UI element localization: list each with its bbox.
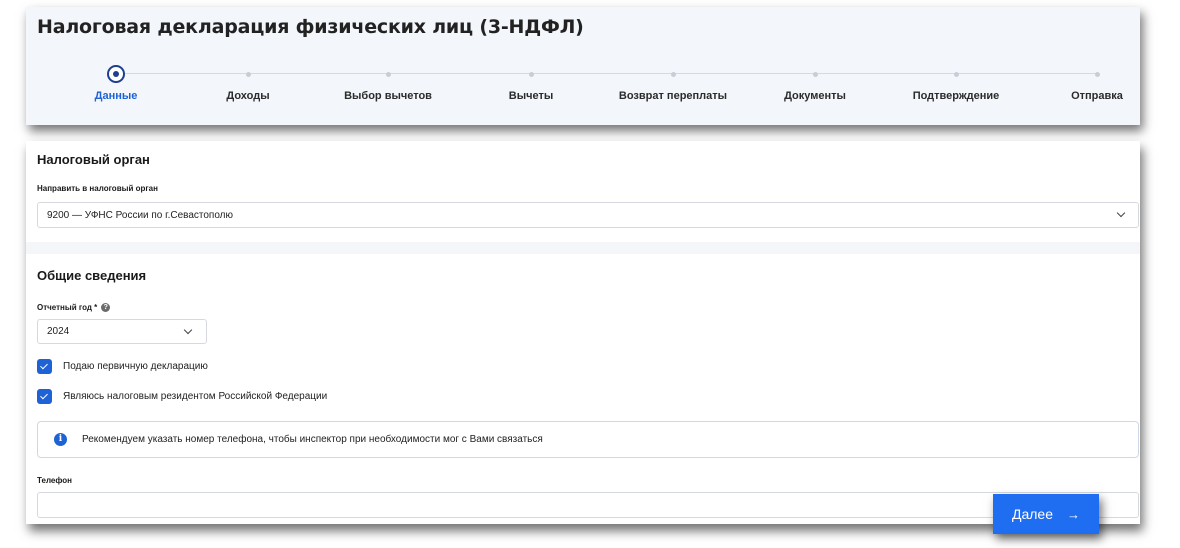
tax-authority-select[interactable]: 9200 — УФНС России по г.Севастополю bbox=[37, 202, 1139, 228]
step-dot-icon bbox=[528, 71, 534, 77]
general-info-title: Общие сведения bbox=[37, 268, 147, 283]
step-deduction-choice[interactable]: Выбор вычетов bbox=[318, 65, 458, 102]
phone-label: Телефон bbox=[37, 476, 72, 485]
tax-authority-value: 9200 — УФНС России по г.Севастополю bbox=[47, 209, 234, 221]
declaration-header: Налоговая декларация физических лиц (3-Н… bbox=[26, 7, 1140, 125]
page-title: Налоговая декларация физических лиц (3-Н… bbox=[37, 16, 584, 38]
next-button-label: Далее bbox=[1011, 506, 1053, 522]
reporting-year-value: 2024 bbox=[47, 326, 70, 337]
primary-declaration-label: Подаю первичную декларацию bbox=[63, 361, 208, 372]
step-label: Возврат переплаты bbox=[618, 90, 728, 102]
step-label: Отправка bbox=[1071, 90, 1123, 102]
declaration-form: Налоговый орган Направить в налоговый ор… bbox=[26, 141, 1140, 524]
step-submission[interactable]: Отправка bbox=[1027, 65, 1167, 102]
step-label: Подтверждение bbox=[912, 90, 1000, 102]
step-label: Доходы bbox=[226, 90, 270, 102]
notice-text: Рекомендуем указать номер телефона, чтоб… bbox=[82, 434, 543, 445]
step-dot-icon bbox=[1094, 71, 1100, 77]
phone-recommendation-notice: i Рекомендуем указать номер телефона, чт… bbox=[37, 421, 1139, 458]
next-button[interactable]: Далее → bbox=[993, 494, 1099, 534]
phone-input[interactable] bbox=[37, 492, 1139, 518]
step-label: Данные bbox=[94, 90, 138, 102]
tax-authority-title: Налоговый орган bbox=[37, 152, 150, 167]
chevron-down-icon bbox=[183, 325, 193, 334]
step-dot-icon bbox=[245, 71, 251, 77]
step-data[interactable]: Данные bbox=[46, 65, 186, 102]
chevron-down-icon bbox=[1116, 208, 1126, 218]
step-label: Выбор вычетов bbox=[344, 90, 432, 102]
primary-declaration-row[interactable]: Подаю первичную декларацию bbox=[37, 359, 208, 374]
step-documents[interactable]: Документы bbox=[745, 65, 885, 102]
tax-resident-checkbox[interactable] bbox=[37, 389, 52, 404]
reporting-year-select[interactable]: 2024 bbox=[37, 319, 207, 344]
section-divider bbox=[26, 242, 1140, 254]
step-dot-icon bbox=[385, 71, 391, 77]
arrow-right-icon: → bbox=[1067, 506, 1080, 522]
reporting-year-label-text: Отчетный год * bbox=[37, 303, 98, 312]
step-label: Документы bbox=[784, 90, 846, 102]
reporting-year-label: Отчетный год * ? bbox=[37, 303, 111, 312]
step-dot-icon bbox=[953, 71, 959, 77]
tax-resident-label: Являюсь налоговым резидентом Российской … bbox=[63, 391, 328, 402]
step-dot-icon bbox=[670, 71, 676, 77]
step-confirmation[interactable]: Подтверждение bbox=[886, 65, 1026, 102]
primary-declaration-checkbox[interactable] bbox=[37, 359, 52, 374]
tax-authority-label: Направить в налоговый орган bbox=[37, 184, 158, 193]
step-active-indicator-icon bbox=[107, 65, 125, 83]
info-icon: i bbox=[54, 433, 67, 446]
step-income[interactable]: Доходы bbox=[178, 65, 318, 102]
step-label: Вычеты bbox=[508, 90, 554, 102]
step-overpayment-refund[interactable]: Возврат переплаты bbox=[603, 65, 743, 102]
tax-resident-row[interactable]: Являюсь налоговым резидентом Российской … bbox=[37, 389, 327, 404]
step-dot-icon bbox=[812, 71, 818, 77]
step-deductions[interactable]: Вычеты bbox=[461, 65, 601, 102]
question-icon[interactable]: ? bbox=[101, 303, 111, 312]
